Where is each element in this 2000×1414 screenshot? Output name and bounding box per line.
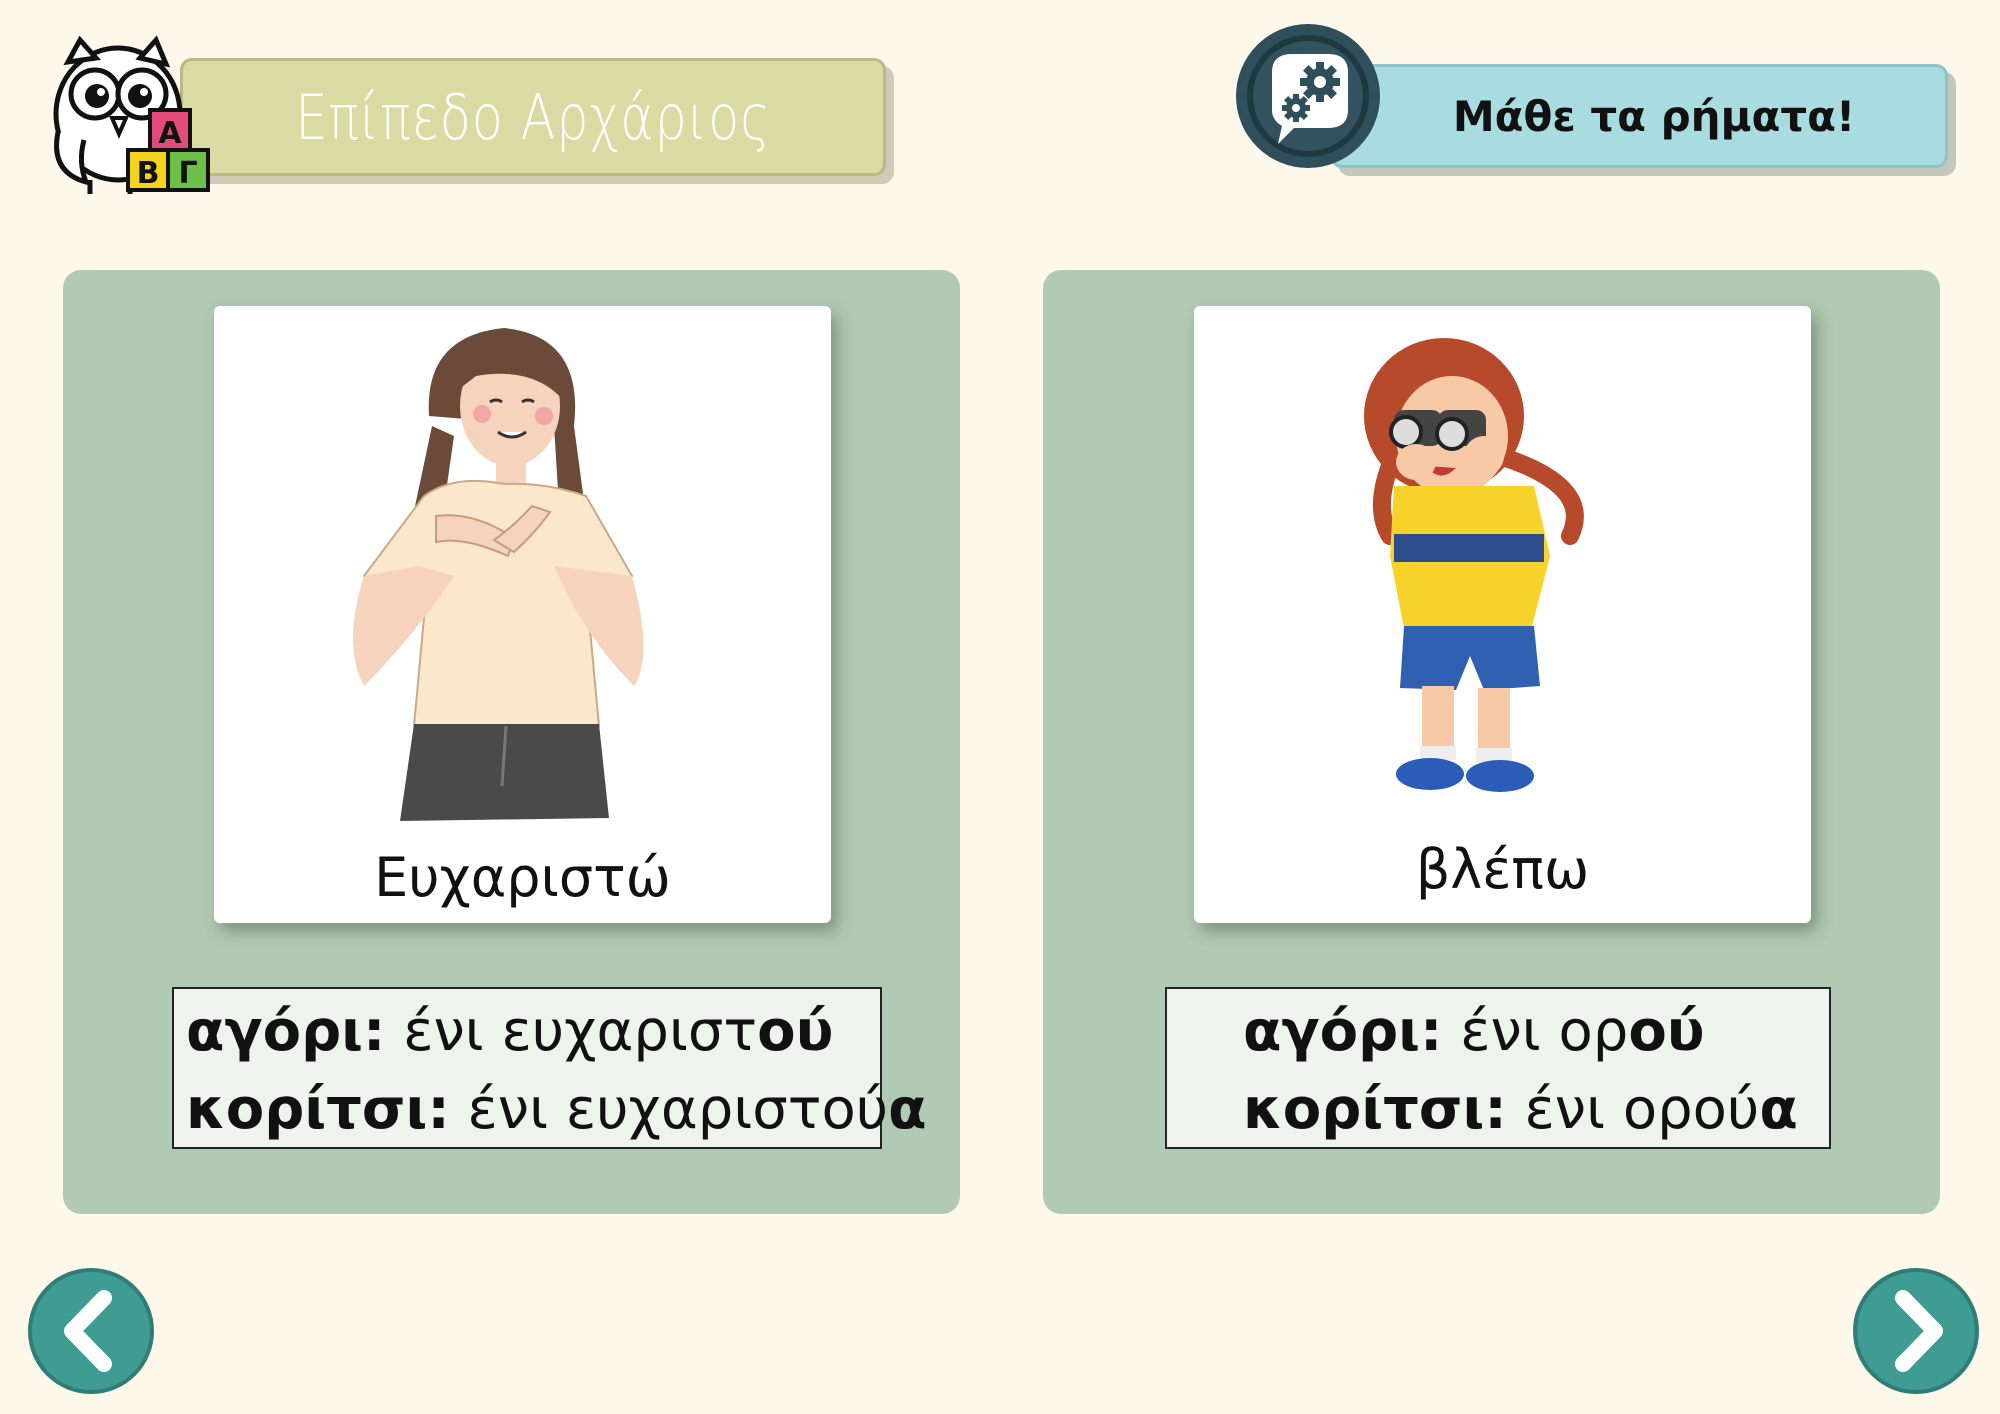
girl-label: κορίτσι: (186, 1077, 450, 1142)
svg-text:Γ: Γ (178, 156, 197, 191)
next-button[interactable] (1853, 1268, 1979, 1394)
phrase-box-right: αγόρι: ένι ορού κορίτσι: ένι ορούα (1165, 987, 1831, 1149)
girl-phrase-line: κορίτσι: ένι ευχαριστούα (186, 1071, 927, 1149)
boy-phrase-line: αγόρι: ένι ευχαριστού (186, 993, 880, 1071)
learn-title: Μάθε τα ρήματα! (1452, 91, 1856, 141)
chevron-right-icon (1895, 1290, 1943, 1372)
level-title: Επίπεδο Αρχάριος (295, 80, 771, 154)
gears-speech-icon (1236, 24, 1380, 168)
girl-stem: ένι ευχαριστού (449, 1077, 889, 1142)
svg-text:Α: Α (158, 116, 182, 151)
flashcard-right[interactable]: βλέπω (1194, 306, 1811, 923)
woman-thanking-illustration (353, 328, 644, 821)
chevron-left-icon (64, 1290, 112, 1372)
owl-logo: Α Β Γ (53, 35, 210, 194)
flashcard-left[interactable]: Ευχαριστώ (214, 306, 831, 923)
card-word-left: Ευχαριστώ (374, 846, 671, 909)
boy-ending: ού (757, 999, 834, 1064)
boy-stem: ένι ορ (1442, 999, 1629, 1064)
boy-label: αγόρι: (1243, 999, 1443, 1064)
level-banner: Επίπεδο Αρχάριος (180, 58, 886, 176)
learn-banner: Μάθε τα ρήματα! (1330, 64, 1948, 168)
word-panel-left: Ευχαριστώ αγόρι: ένι ευχαριστού κορίτσι:… (63, 270, 960, 1214)
prev-button[interactable] (28, 1268, 154, 1394)
phrase-box-left: αγόρι: ένι ευχαριστού κορίτσι: ένι ευχαρ… (172, 987, 927, 1149)
girl-ending: α (888, 1077, 927, 1142)
boy-phrase-line: αγόρι: ένι ορού (1243, 993, 1829, 1071)
boy-stem: ένι ευχαριστ (385, 999, 758, 1064)
boy-ending: ού (1628, 999, 1705, 1064)
svg-text:Β: Β (137, 156, 160, 191)
girl-phrase-line: κορίτσι: ένι ορούα (1243, 1071, 1829, 1149)
girl-binoculars-illustration (1364, 338, 1584, 792)
boy-label: αγόρι: (186, 999, 386, 1064)
girl-stem: ένι ορού (1506, 1077, 1760, 1142)
girl-ending: α (1759, 1077, 1798, 1142)
girl-label: κορίτσι: (1243, 1077, 1507, 1142)
card-word-right: βλέπω (1415, 838, 1590, 901)
word-panel-right: βλέπω αγόρι: ένι ορού κορίτσι: ένι ορούα (1043, 270, 1940, 1214)
